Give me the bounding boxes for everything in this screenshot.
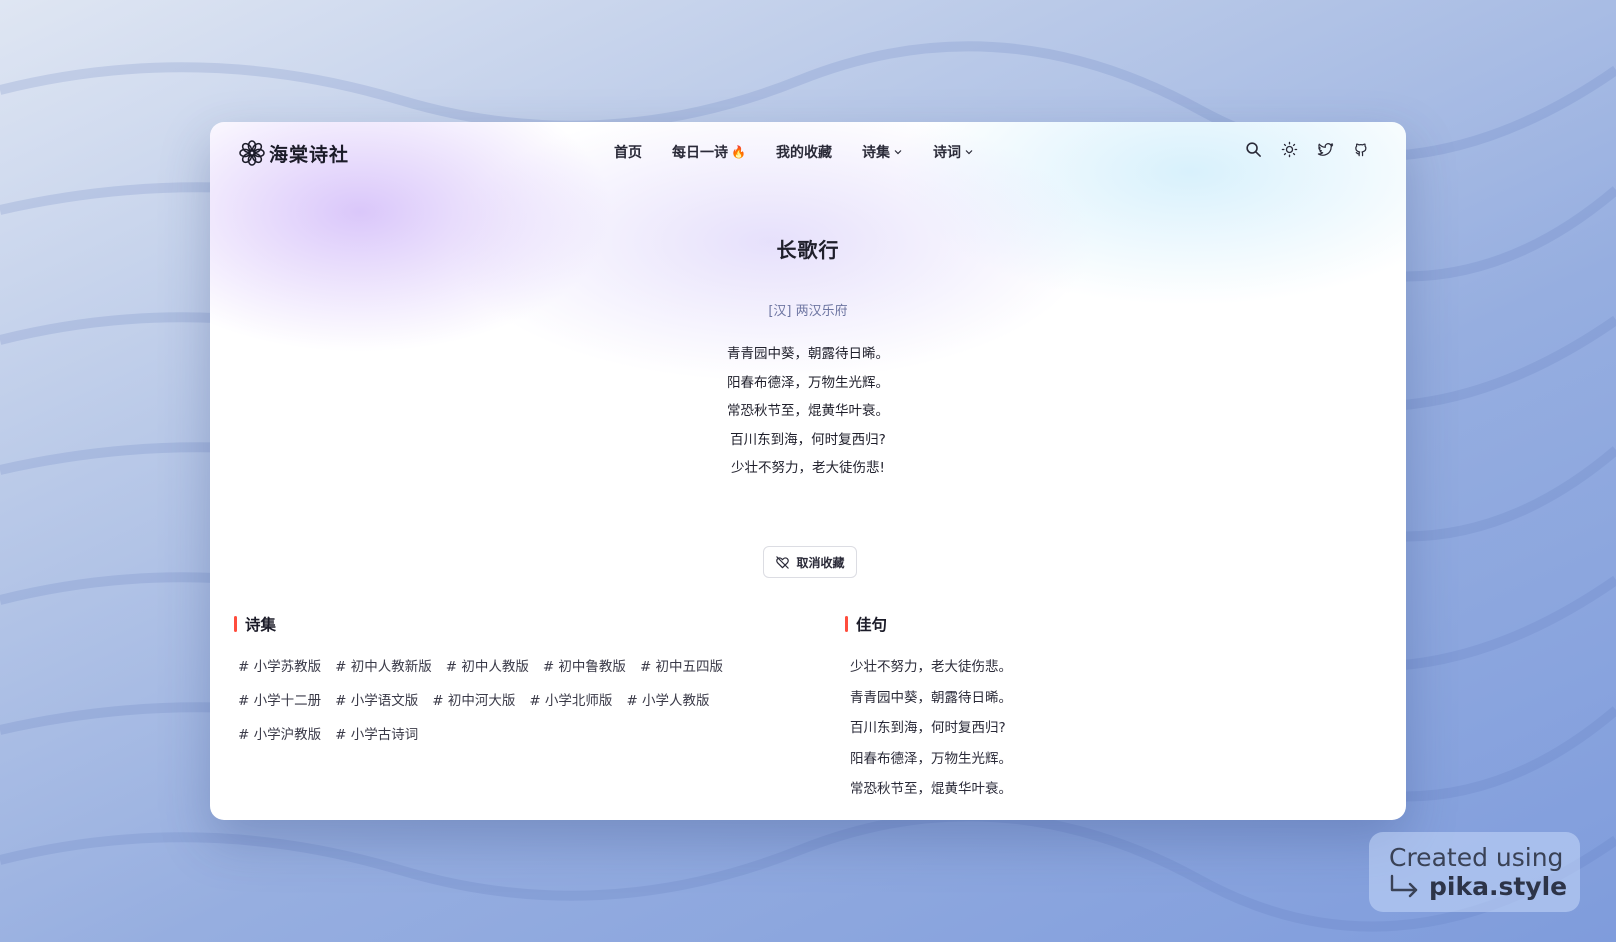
search-icon[interactable] [1245, 141, 1262, 158]
unfavorite-label: 取消收藏 [796, 555, 845, 570]
top-nav: 海棠诗社 首页 每日一诗 🔥 我的收藏 诗集 诗词 [210, 122, 1406, 184]
collection-tag[interactable]: # 初中人教新版 [335, 656, 432, 678]
return-arrow-icon [1390, 874, 1418, 898]
collection-tag[interactable]: # 初中五四版 [640, 656, 723, 678]
browser-window: 海棠诗社 首页 每日一诗 🔥 我的收藏 诗集 诗词 长歌行 [汉] 两汉乐府 青… [210, 122, 1406, 820]
nav-collections-dropdown[interactable]: 诗集 [862, 142, 903, 162]
collection-tag[interactable]: # 初中鲁教版 [543, 656, 626, 678]
collection-tag[interactable]: # 小学十二册 [238, 690, 321, 712]
nav-home-label: 首页 [614, 145, 642, 161]
nav-poetry-label: 诗词 [932, 145, 961, 161]
collection-tag[interactable]: # 小学北师版 [529, 690, 612, 712]
collection-tag[interactable]: # 小学人教版 [626, 690, 709, 712]
collection-tag[interactable]: # 小学语文版 [335, 690, 418, 712]
fire-icon: 🔥 [731, 145, 746, 159]
site-logo[interactable]: 海棠诗社 [238, 139, 349, 167]
sun-icon[interactable] [1281, 141, 1298, 158]
nav-favorites[interactable]: 我的收藏 [776, 142, 832, 162]
poem-title: 长歌行 [776, 238, 840, 262]
chevron-down-icon [965, 150, 973, 155]
twitter-icon[interactable] [1317, 141, 1334, 158]
collection-tag[interactable]: # 初中人教版 [446, 656, 529, 678]
quote-item[interactable]: 少壮不努力，老大徒伤悲。 [850, 656, 1012, 678]
main-menu: 首页 每日一诗 🔥 我的收藏 诗集 诗词 [614, 142, 974, 162]
github-icon[interactable] [1353, 141, 1370, 158]
nav-poetry-dropdown[interactable]: 诗词 [933, 142, 974, 162]
quote-item[interactable]: 阳春布德泽，万物生光辉。 [850, 748, 1012, 770]
collection-tag[interactable]: # 小学古诗词 [335, 724, 418, 746]
poem-author: [汉] 两汉乐府 [768, 304, 848, 319]
heart-off-icon [776, 555, 790, 569]
quote-item[interactable]: 青青园中葵，朝露待日晞。 [850, 687, 1012, 709]
collection-tag[interactable]: # 小学苏教版 [238, 656, 321, 678]
nav-daily-poem-label: 每日一诗 [672, 145, 728, 161]
nav-favorites-label: 我的收藏 [775, 145, 832, 161]
header-actions [1245, 141, 1370, 158]
accent-bar [845, 616, 848, 632]
poem-line: 阳春布德泽，万物生光辉。 [727, 374, 889, 391]
quotes-heading: 佳句 [845, 613, 887, 635]
collection-tags: # 小学苏教版 # 初中人教新版 # 初中人教版 # 初中鲁教版 # 初中五四版… [238, 656, 798, 746]
pika-watermark: Created using pika.style [1369, 832, 1580, 912]
collections-title: 诗集 [245, 616, 277, 634]
watermark-line1: Created using [1389, 843, 1564, 872]
site-name: 海棠诗社 [269, 143, 350, 166]
nav-home[interactable]: 首页 [614, 142, 642, 162]
poem-line: 青青园中葵，朝露待日晞。 [727, 346, 889, 362]
poem-line: 百川东到海，何时复西归? [730, 431, 886, 448]
nav-collections-label: 诗集 [861, 145, 890, 161]
flower-logo-icon [239, 140, 265, 166]
quotes-title: 佳句 [856, 616, 888, 634]
unfavorite-button[interactable]: 取消收藏 [763, 546, 857, 578]
poem-line: 少壮不努力，老大徒伤悲! [731, 460, 885, 477]
nav-daily-poem[interactable]: 每日一诗 🔥 [672, 142, 746, 162]
poem-line: 常恐秋节至，焜黄华叶衰。 [727, 403, 889, 420]
chevron-down-icon [894, 150, 902, 155]
poem-body: 青青园中葵，朝露待日晞。 阳春布德泽，万物生光辉。 常恐秋节至，焜黄华叶衰。 百… [210, 340, 1406, 483]
watermark-brand: pika.style [1429, 872, 1568, 901]
quote-item[interactable]: 常恐秋节至，焜黄华叶衰。 [850, 778, 1012, 800]
collection-tag[interactable]: # 小学沪教版 [238, 724, 321, 746]
quote-list: 少壮不努力，老大徒伤悲。 青青园中葵，朝露待日晞。 百川东到海，何时复西归? 阳… [850, 656, 1012, 809]
collections-heading: 诗集 [234, 613, 276, 635]
quote-item[interactable]: 百川东到海，何时复西归? [850, 717, 1012, 739]
accent-bar [234, 616, 237, 632]
collection-tag[interactable]: # 初中河大版 [432, 690, 515, 712]
